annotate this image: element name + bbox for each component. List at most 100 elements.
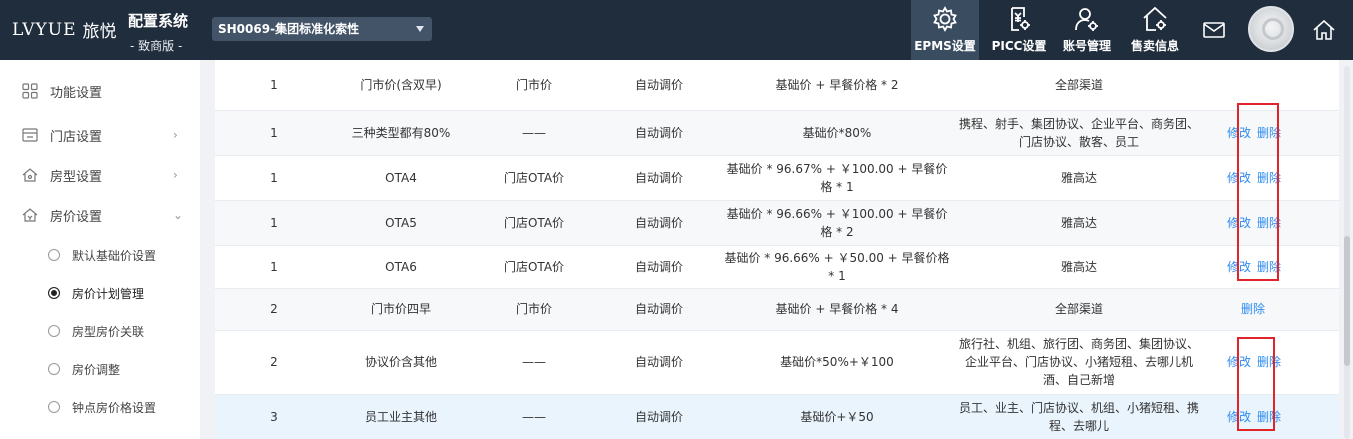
home-button[interactable] <box>1300 0 1348 60</box>
user-gear-icon <box>1075 8 1098 31</box>
sidebar-item-label: 房型设置 <box>50 169 103 185</box>
cell-mode: 自动调价 <box>599 394 719 439</box>
cell-base: 门市价 <box>469 288 599 331</box>
nav-account-management[interactable]: 账号管理 <box>1053 0 1121 60</box>
nav-sales-info[interactable]: 售卖信息 <box>1121 0 1189 60</box>
sidebar-item-store[interactable]: 门店设置 › <box>0 115 200 155</box>
cell-level: 2 <box>215 288 333 331</box>
cell-channels: 携程、射手、集团协议、企业平台、商务团、门店协议、散客、员工 <box>955 110 1203 156</box>
table-row: 1 OTA6 门店OTA价 自动调价 基础价 * 96.66% + ￥50.00… <box>215 245 1339 289</box>
scrollbar[interactable] <box>1344 66 1350 439</box>
mail-icon <box>1203 22 1225 38</box>
cell-channels: 雅高达 <box>955 200 1203 246</box>
sidebar-subitem-hourly-price[interactable]: 钟点房价格设置 <box>0 388 200 426</box>
avatar-ring <box>1262 18 1284 40</box>
highlight-box <box>1237 103 1279 281</box>
cell-mode: 自动调价 <box>599 200 719 246</box>
gear-icon <box>933 6 957 32</box>
avatar[interactable] <box>1248 6 1294 52</box>
chevron-down-icon: ⌄ <box>173 208 184 222</box>
radio-icon <box>48 401 60 413</box>
cell-base: 门店OTA价 <box>469 200 599 246</box>
nav-picc-label: PICC设置 <box>991 39 1047 53</box>
house-gear-icon <box>1143 6 1167 31</box>
nav-epms-settings[interactable]: EPMS设置 <box>911 0 979 60</box>
sidebar-item-room-price[interactable]: 房价设置 ⌄ <box>0 195 200 235</box>
radio-icon <box>48 249 60 261</box>
cell-name: OTA4 <box>333 155 469 201</box>
chevron-right-icon: › <box>173 128 178 142</box>
cell-formula: 基础价 * 96.66% + ￥50.00 + 早餐价格 * 1 <box>719 245 955 289</box>
cell-name: 协议价含其他 <box>333 330 469 395</box>
sidebar-subitem-label: 钟点房价格设置 <box>72 400 157 415</box>
cell-mode: 自动调价 <box>599 330 719 395</box>
sidebar-subitem-price-adjust[interactable]: 房价调整 <box>0 350 200 388</box>
table-row: 2 协议价含其他 —— 自动调价 基础价*50%+￥100 旅行社、机组、旅行团… <box>215 330 1339 395</box>
radio-icon <box>48 363 60 375</box>
cell-base: 门店OTA价 <box>469 245 599 289</box>
cell-level: 1 <box>215 60 333 111</box>
cell-channels: 全部渠道 <box>955 288 1203 331</box>
hotel-select[interactable]: SH0069-集团标准化索性 <box>212 17 432 41</box>
radio-icon <box>48 325 60 337</box>
highlight-box <box>1237 337 1275 431</box>
system-title: 配置系统 <box>128 12 189 30</box>
cell-base: 门市价 <box>469 60 599 111</box>
cell-mode: 自动调价 <box>599 110 719 156</box>
cell-formula: 基础价 + 早餐价格 * 4 <box>719 288 955 331</box>
room-icon <box>22 168 38 182</box>
sidebar-subitem-rate-plan[interactable]: 房价计划管理 <box>0 274 200 312</box>
home-icon <box>1313 20 1335 40</box>
table-row: 1 OTA5 门店OTA价 自动调价 基础价 * 96.66% + ￥100.0… <box>215 200 1339 246</box>
cell-level: 1 <box>215 155 333 201</box>
sidebar-subitem-default-base-price[interactable]: 默认基础价设置 <box>0 236 200 274</box>
scrollbar-thumb[interactable] <box>1344 236 1350 366</box>
cell-formula: 基础价*50%+￥100 <box>719 330 955 395</box>
rate-plan-table-panel: 1 门市价(含双早) 门市价 自动调价 基础价 + 早餐价格 * 2 全部渠道 … <box>215 60 1339 439</box>
cell-formula: 基础价 + 早餐价格 * 2 <box>719 60 955 111</box>
sidebar-subitem-label: 房价调整 <box>72 362 121 377</box>
nav-account-label: 账号管理 <box>1062 39 1111 53</box>
nav-picc-settings[interactable]: PICC设置 <box>985 0 1053 60</box>
sidebar-subitem-label: 默认基础价设置 <box>72 248 157 263</box>
sidebar-subitem-room-price-link[interactable]: 房型房价关联 <box>0 312 200 350</box>
sidebar-subitem-label: 房型房价关联 <box>72 324 145 339</box>
cell-mode: 自动调价 <box>599 155 719 201</box>
cell-base: —— <box>469 330 599 395</box>
top-bar: LVYUE 旅悦 配置系统 - 致商版 - SH0069-集团标准化索性 EPM… <box>0 0 1353 60</box>
cell-formula: 基础价+￥50 <box>719 394 955 439</box>
sidebar-item-function[interactable]: 功能设置 <box>0 71 200 111</box>
cell-level: 3 <box>215 394 333 439</box>
cell-level: 2 <box>215 330 333 395</box>
mail-button[interactable] <box>1190 0 1238 60</box>
cell-level: 1 <box>215 245 333 289</box>
cell-name: 门市价四早 <box>333 288 469 331</box>
sidebar-item-label: 房价设置 <box>50 209 103 225</box>
logo-text: LVYUE <box>12 19 77 40</box>
cell-level: 1 <box>215 200 333 246</box>
logo[interactable]: LVYUE 旅悦 <box>12 17 117 43</box>
radio-selected-icon <box>48 287 60 299</box>
cell-channels: 雅高达 <box>955 155 1203 201</box>
cell-name: OTA6 <box>333 245 469 289</box>
cell-formula: 基础价 * 96.67% + ￥100.00 + 早餐价格 * 1 <box>719 155 955 201</box>
document-gear-icon <box>1011 7 1030 31</box>
logo-cn: 旅悦 <box>82 22 117 42</box>
nav-sales-label: 售卖信息 <box>1130 39 1179 53</box>
cell-channels: 旅行社、机组、旅行团、商务团、集团协议、企业平台、门店协议、小猪短租、去哪儿机酒… <box>955 330 1203 395</box>
cell-channels: 员工、业主、门店协议、机组、小猪短租、携程、去哪儿 <box>955 394 1203 439</box>
delete-link[interactable]: 删除 <box>1241 302 1265 316</box>
cell-formula: 基础价 * 96.66% + ￥100.00 + 早餐价格 * 2 <box>719 200 955 246</box>
price-icon <box>22 208 38 222</box>
grid-icon <box>22 83 38 99</box>
cell-channels: 全部渠道 <box>955 60 1203 111</box>
cell-name: 员工业主其他 <box>333 394 469 439</box>
sidebar-item-label: 功能设置 <box>50 85 103 101</box>
cell-name: 三种类型都有80% <box>333 110 469 156</box>
cell-name: OTA5 <box>333 200 469 246</box>
table-row: 1 OTA4 门店OTA价 自动调价 基础价 * 96.67% + ￥100.0… <box>215 155 1339 201</box>
sidebar-item-room-type[interactable]: 房型设置 › <box>0 155 200 195</box>
cell-base: —— <box>469 394 599 439</box>
chevron-right-icon: › <box>173 168 178 182</box>
system-subtitle: - 致商版 - <box>130 39 183 53</box>
